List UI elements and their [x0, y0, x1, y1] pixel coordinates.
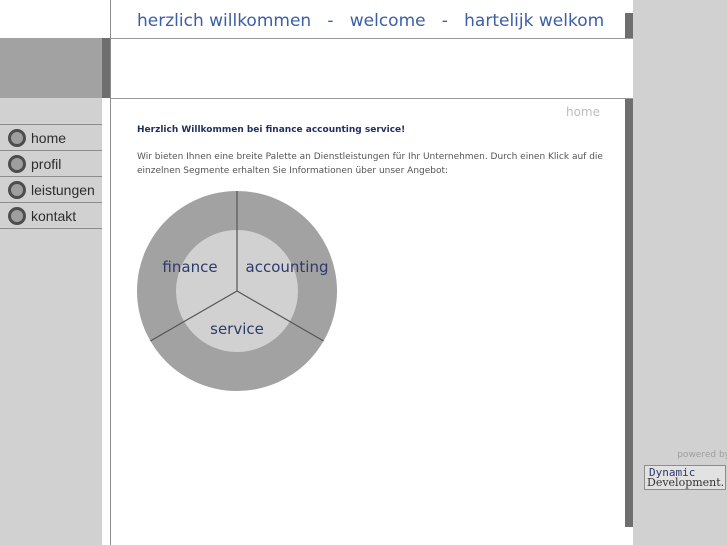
- segment-service[interactable]: service: [210, 320, 264, 338]
- left-top-area: [0, 0, 110, 38]
- nav-item-label: kontakt: [31, 207, 77, 224]
- intro-text: Wir bieten Ihnen eine breite Palette an …: [137, 152, 603, 176]
- nav-item-label: home: [31, 129, 67, 146]
- main-nav: home profil leistungen kontakt: [0, 124, 102, 229]
- segment-service-label: service: [210, 320, 264, 338]
- bullet-icon: [8, 154, 26, 173]
- right-sidebar: [633, 0, 727, 545]
- bullet-icon: [8, 128, 26, 147]
- segment-finance-label: finance: [162, 258, 217, 276]
- right-accent-bar: [625, 99, 633, 527]
- nav-item-kontakt[interactable]: kontakt: [0, 202, 102, 229]
- segment-accounting[interactable]: accounting: [246, 258, 329, 276]
- service-segment-diagram: finance accounting service: [137, 191, 337, 391]
- left-divider: [110, 0, 111, 545]
- breadcrumb: home: [565, 105, 600, 119]
- powered-by-text: powered by: [677, 450, 727, 460]
- header-divider: [111, 38, 633, 39]
- left-banner: [0, 38, 102, 98]
- bullet-icon: [8, 206, 26, 225]
- banner-divider: [111, 98, 633, 99]
- dynamic-development-logo[interactable]: Dynamic Development.: [644, 465, 726, 490]
- nav-item-home[interactable]: home: [0, 124, 102, 150]
- logo-line-2: Development.: [647, 476, 725, 489]
- right-accent-bar-top: [625, 13, 633, 38]
- page-header-title: herzlich willkommen - welcome - hartelij…: [137, 11, 605, 31]
- segment-accounting-label: accounting: [246, 258, 329, 276]
- bullet-icon: [8, 180, 26, 199]
- left-banner-edge: [102, 38, 110, 98]
- welcome-heading: Herzlich Willkommen bei finance accounti…: [137, 125, 406, 135]
- nav-item-label: leistungen: [31, 181, 95, 198]
- segment-finance[interactable]: finance: [162, 258, 217, 276]
- nav-item-profil[interactable]: profil: [0, 150, 102, 176]
- nav-item-label: profil: [31, 155, 62, 172]
- nav-item-leistungen[interactable]: leistungen: [0, 176, 102, 202]
